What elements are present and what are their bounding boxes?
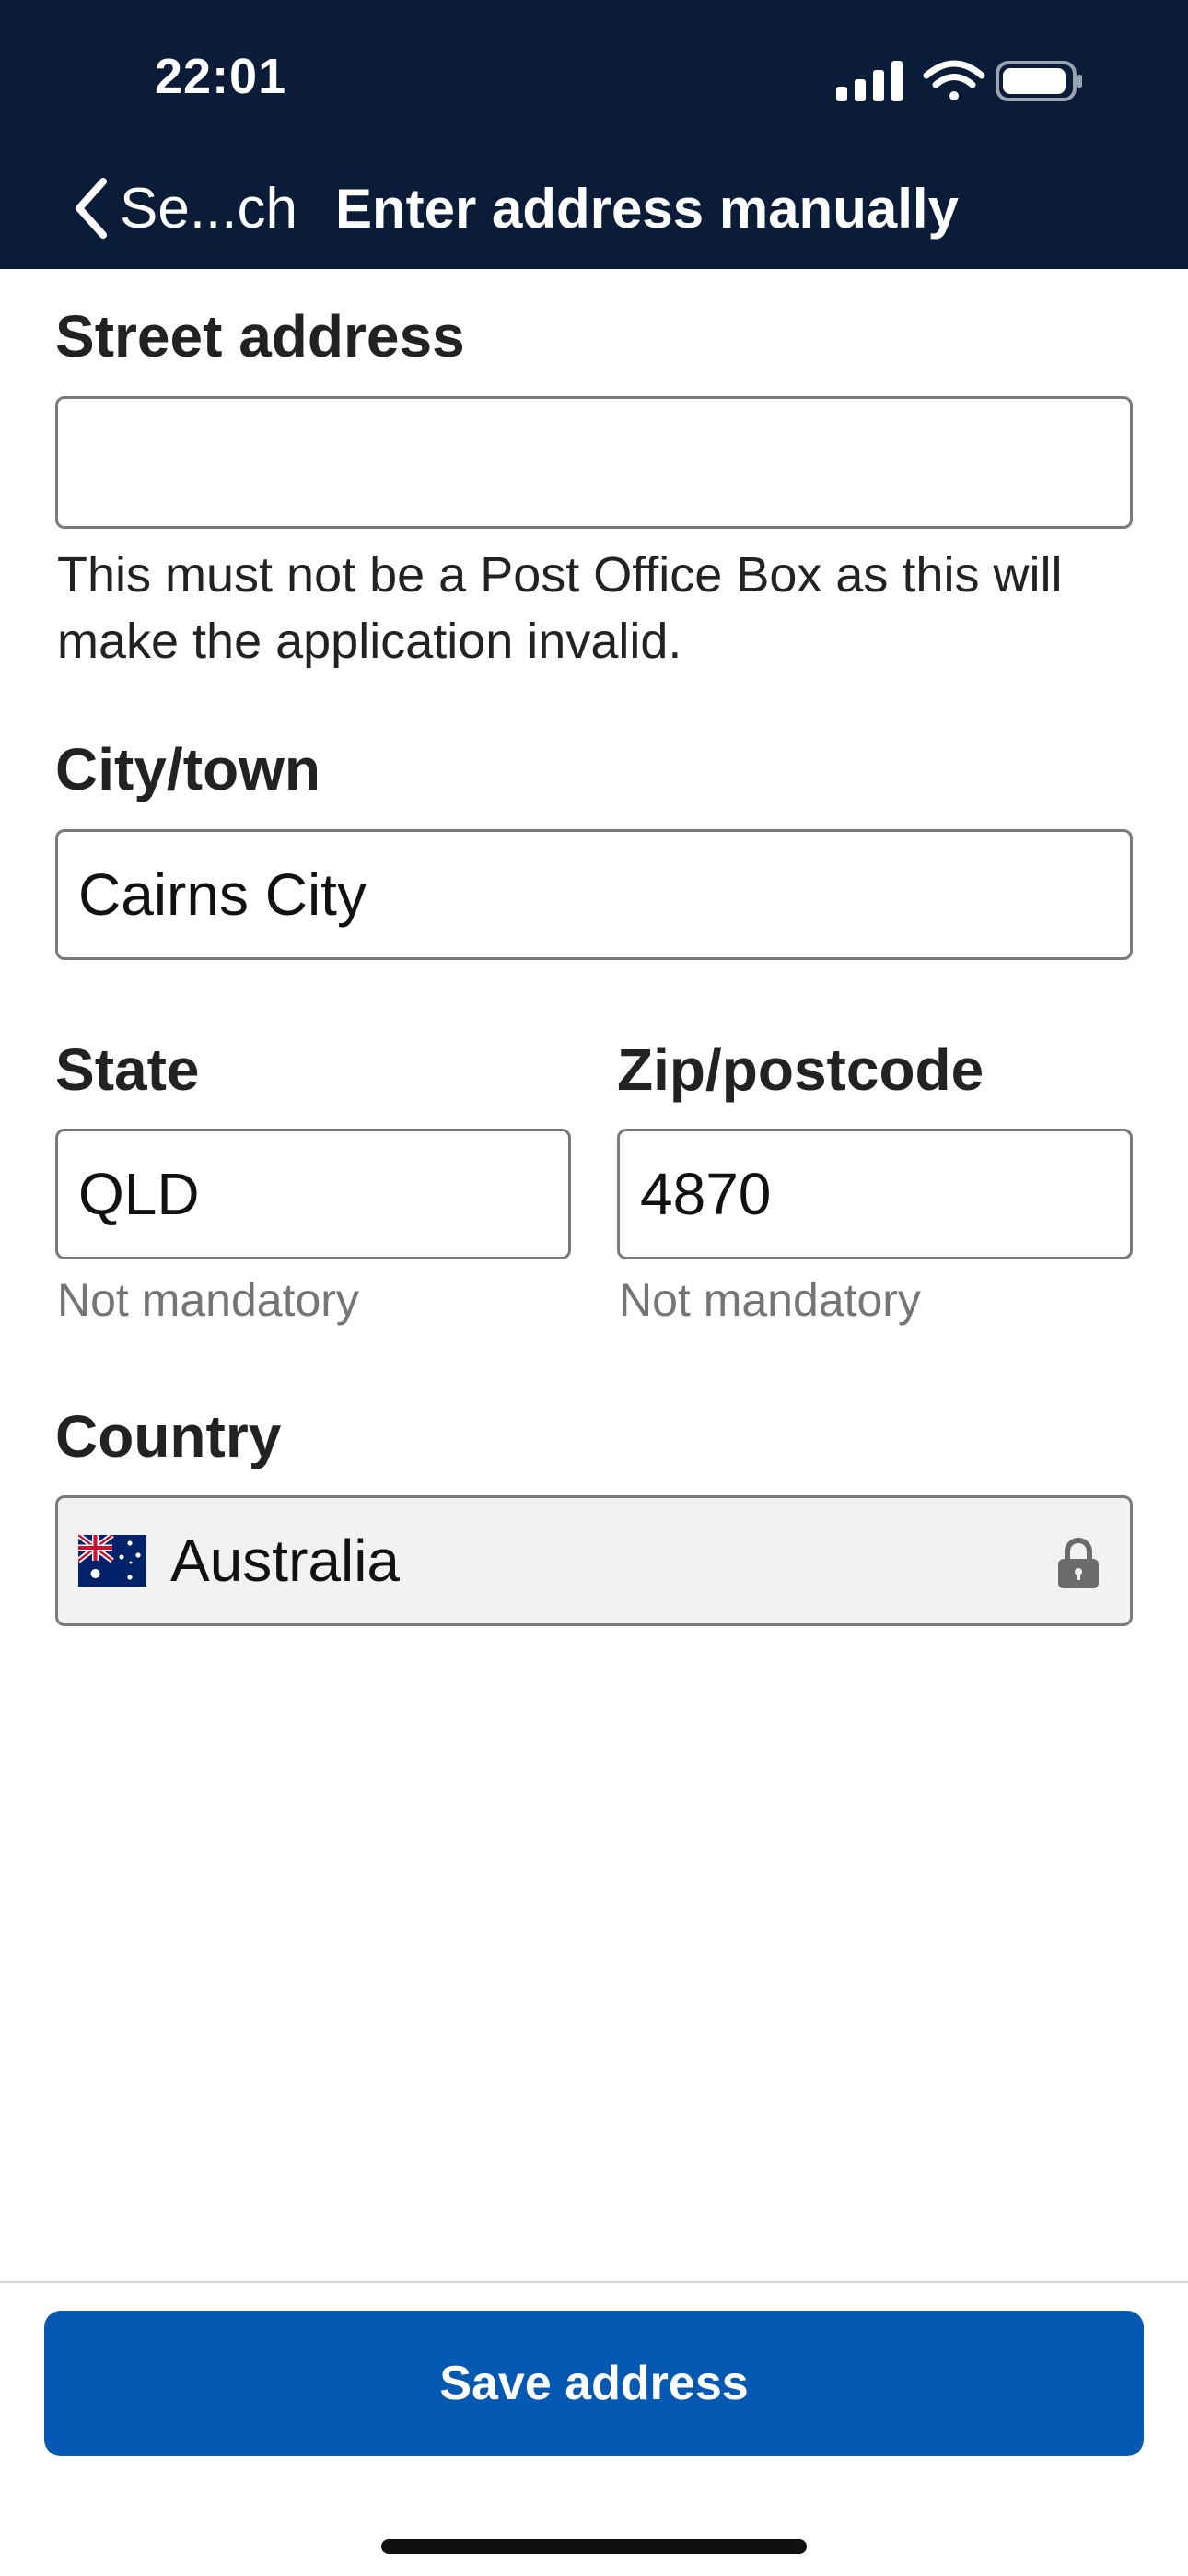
country-field: Australia (55, 1495, 1133, 1626)
country-value: Australia (170, 1528, 400, 1594)
state-label: State (55, 1036, 200, 1103)
chevron-left-icon (76, 178, 107, 239)
status-time: 22:01 (155, 49, 287, 104)
country-label: Country (55, 1403, 282, 1469)
zip-field[interactable] (617, 1129, 1133, 1259)
status-icons (836, 57, 1085, 103)
screen: 22:01 Se...ch Enter address manually Str… (0, 0, 1188, 2576)
street-address-input[interactable] (78, 399, 1130, 526)
australia-flag-icon (78, 1535, 146, 1587)
footer-divider (0, 2281, 1188, 2283)
state-input[interactable] (78, 1131, 568, 1257)
city-label: City/town (55, 736, 320, 802)
cellular-signal-icon (836, 61, 903, 101)
save-address-button[interactable]: Save address (44, 2311, 1144, 2456)
zip-input[interactable] (640, 1131, 1130, 1257)
zip-label: Zip/postcode (617, 1036, 984, 1103)
street-address-label: Street address (55, 303, 465, 369)
lock-icon (1058, 1538, 1099, 1588)
state-field[interactable] (55, 1129, 571, 1259)
battery-icon (996, 61, 1082, 101)
state-optional-note: Not mandatory (57, 1274, 359, 1326)
wifi-icon (923, 60, 985, 100)
zip-optional-note: Not mandatory (619, 1274, 921, 1326)
home-indicator (381, 2539, 807, 2554)
street-address-field[interactable] (55, 396, 1133, 529)
street-address-hint: This must not be a Post Office Box as th… (57, 547, 1063, 669)
app-header: 22:01 Se...ch Enter address manually (0, 0, 1188, 269)
back-button[interactable]: Se...ch (72, 171, 297, 245)
city-input[interactable] (78, 832, 1130, 957)
city-field[interactable] (55, 829, 1133, 960)
back-button-label: Se...ch (120, 176, 297, 240)
page-title: Enter address manually (335, 177, 959, 240)
